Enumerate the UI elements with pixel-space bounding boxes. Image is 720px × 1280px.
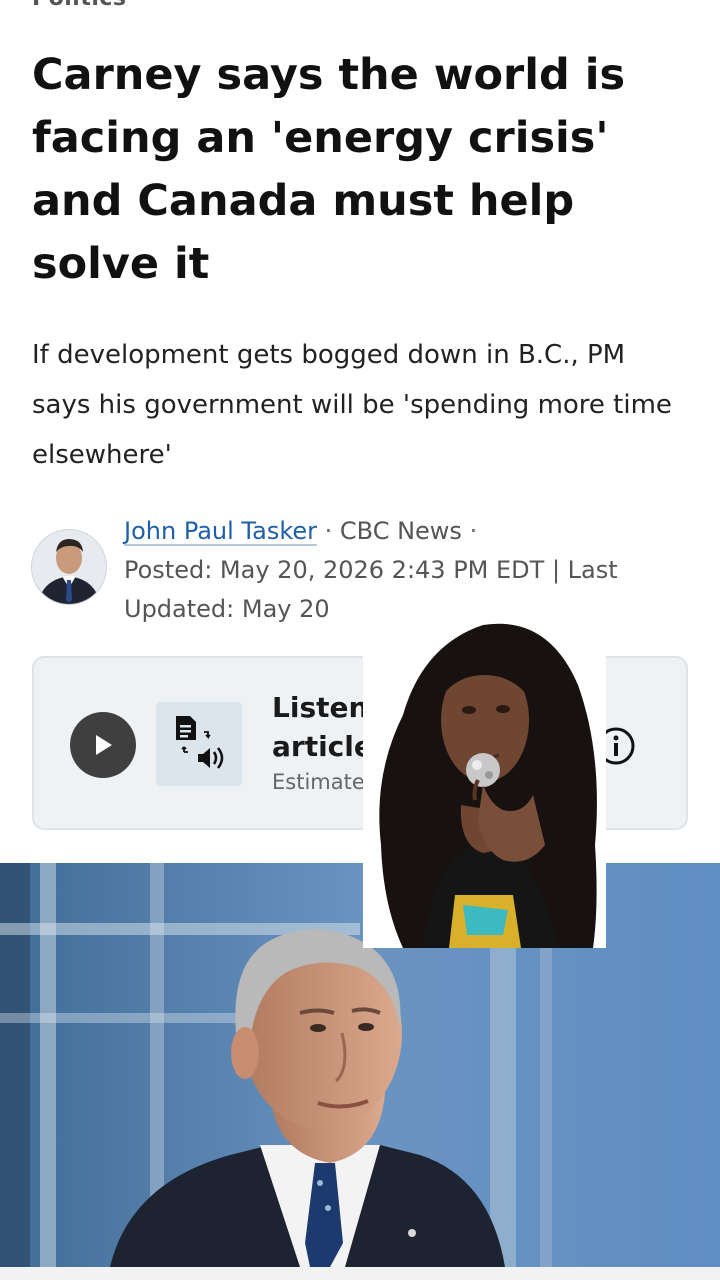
article-hero-image[interactable] (0, 863, 720, 1267)
byline-separator: · (317, 517, 340, 545)
outlet-name: CBC News (339, 517, 462, 545)
document-to-audio-icon (156, 702, 242, 786)
article-deck: If development gets bogged down in B.C.,… (32, 340, 672, 470)
article-page: Politics Carney says the world is facing… (0, 0, 720, 1280)
play-button[interactable] (70, 712, 136, 778)
bottom-strip (0, 1267, 720, 1280)
play-icon (96, 735, 112, 755)
author-avatar[interactable] (32, 530, 106, 604)
overlay-video[interactable] (363, 605, 606, 948)
article-headline: Carney says the world is facing an 'ener… (32, 50, 626, 289)
section-label[interactable]: Politics (32, 0, 127, 11)
author-link[interactable]: John Paul Tasker (124, 517, 317, 545)
byline-separator-trailing: · (461, 517, 478, 545)
author-photo (32, 530, 106, 604)
